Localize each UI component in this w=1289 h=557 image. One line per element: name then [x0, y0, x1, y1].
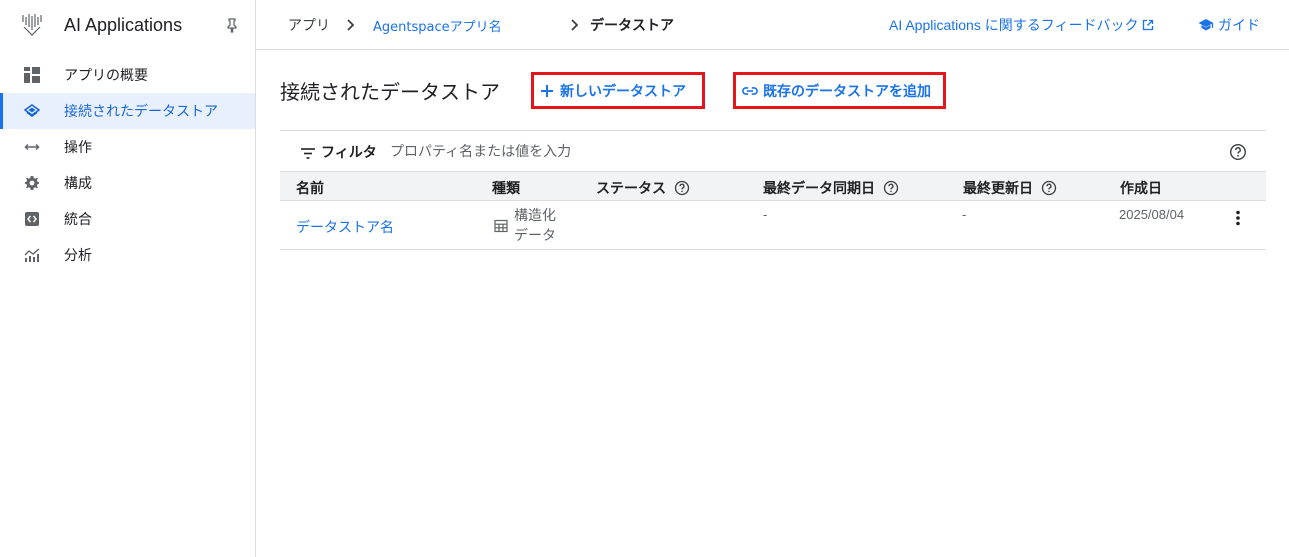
sidebar-item-label: 統合: [64, 212, 92, 228]
help-icon[interactable]: [1229, 143, 1247, 161]
breadcrumb-label: データストア: [590, 18, 674, 34]
add-existing-label: 既存のデータストアを追加: [763, 82, 931, 99]
analytics-icon: [24, 247, 40, 263]
sidebar: AI Applications アプリの概要 接続されたデータストア 操作 構成…: [0, 0, 256, 557]
sidebar-item-label: アプリの概要: [64, 68, 148, 84]
code-icon: [24, 211, 40, 227]
column-header-created[interactable]: 作成日: [1120, 178, 1162, 198]
link-icon: [742, 83, 758, 99]
column-label: 作成日: [1120, 180, 1162, 196]
dashboard-icon: [24, 67, 40, 83]
breadcrumb-app-name[interactable]: Agentspaceアプリ名: [373, 0, 502, 50]
gear-icon: [24, 175, 40, 191]
column-header-last-updated[interactable]: 最終更新日: [963, 178, 1057, 198]
column-header-type[interactable]: 種類: [492, 178, 520, 198]
pin-icon[interactable]: [224, 17, 240, 33]
datastore-last-updated: -: [962, 207, 967, 222]
sidebar-item-integration[interactable]: 統合: [0, 201, 255, 237]
more-vert-icon[interactable]: [1228, 208, 1248, 228]
table-row: データストア名 構造化データ - - 2025/08/04: [280, 201, 1266, 250]
new-datastore-label: 新しいデータストア: [560, 82, 686, 99]
sidebar-item-label: 操作: [64, 140, 92, 156]
chevron-right-icon: [568, 17, 582, 33]
guide-label: ガイド: [1218, 17, 1260, 33]
filter-bar: フィルタ: [280, 130, 1266, 171]
datastore-created: 2025/08/04: [1119, 207, 1185, 222]
sidebar-item-analytics[interactable]: 分析: [0, 237, 255, 273]
brand-header: AI Applications: [0, 0, 255, 50]
column-label: ステータス: [596, 180, 666, 196]
datastore-table: 名前 種類 ステータス 最終データ同期日 最終更新日 作成日 データストア名 構…: [280, 171, 1266, 250]
sidebar-nav: アプリの概要 接続されたデータストア 操作 構成 統合 分析: [0, 57, 255, 273]
column-header-last-sync[interactable]: 最終データ同期日: [763, 178, 899, 198]
sidebar-item-label: 分析: [64, 248, 92, 264]
page-title: 接続されたデータストア: [280, 82, 500, 104]
top-header: アプリ Agentspaceアプリ名 データストア AI Application…: [256, 0, 1289, 50]
datastore-type: 構造化データ: [494, 205, 562, 245]
filter-icon: [300, 145, 316, 159]
breadcrumb-apps[interactable]: アプリ: [288, 0, 330, 50]
column-header-name[interactable]: 名前: [296, 178, 324, 198]
help-icon[interactable]: [674, 180, 690, 196]
breadcrumb-datastore: データストア: [590, 0, 674, 50]
layers-icon: [24, 103, 40, 119]
add-existing-datastore-button[interactable]: 既存のデータストアを追加: [733, 72, 946, 109]
sidebar-item-app-overview[interactable]: アプリの概要: [0, 57, 255, 93]
app-title: AI Applications: [64, 14, 183, 35]
table-header: 名前 種類 ステータス 最終データ同期日 最終更新日 作成日: [280, 171, 1266, 201]
sidebar-item-configuration[interactable]: 構成: [0, 165, 255, 201]
sidebar-item-label: 構成: [64, 176, 92, 192]
column-label: 最終更新日: [963, 180, 1033, 196]
feedback-label: AI Applications に関するフィードバック: [889, 17, 1139, 33]
sidebar-item-connected-datastores[interactable]: 接続されたデータストア: [0, 93, 255, 129]
guide-link[interactable]: ガイド: [1198, 0, 1260, 50]
column-label: 最終データ同期日: [763, 180, 875, 196]
chevron-right-icon: [344, 17, 358, 33]
help-icon[interactable]: [1041, 180, 1057, 196]
breadcrumb-label: アプリ: [288, 18, 330, 34]
help-icon[interactable]: [883, 180, 899, 196]
column-header-status[interactable]: ステータス: [596, 178, 690, 198]
column-label: 種類: [492, 180, 520, 196]
plus-icon: [539, 83, 555, 99]
external-link-icon: [1142, 19, 1154, 31]
breadcrumb-label: Agentspaceアプリ名: [373, 19, 502, 35]
filter-label: フィルタ: [321, 145, 377, 161]
datastore-name-link[interactable]: データストア名: [296, 217, 394, 237]
table-icon: [494, 218, 508, 233]
sidebar-item-operations[interactable]: 操作: [0, 129, 255, 165]
sidebar-item-label: 接続されたデータストア: [64, 104, 218, 120]
arrows-icon: [24, 139, 40, 155]
feedback-link[interactable]: AI Applications に関するフィードバック: [889, 0, 1154, 50]
new-datastore-button[interactable]: 新しいデータストア: [531, 72, 705, 109]
filter-input[interactable]: [390, 141, 790, 161]
school-icon: [1198, 18, 1214, 32]
ai-applications-logo-icon: [20, 13, 44, 37]
datastore-last-sync: -: [763, 207, 768, 222]
column-label: 名前: [296, 180, 324, 196]
datastore-type-label: 構造化データ: [514, 207, 556, 243]
